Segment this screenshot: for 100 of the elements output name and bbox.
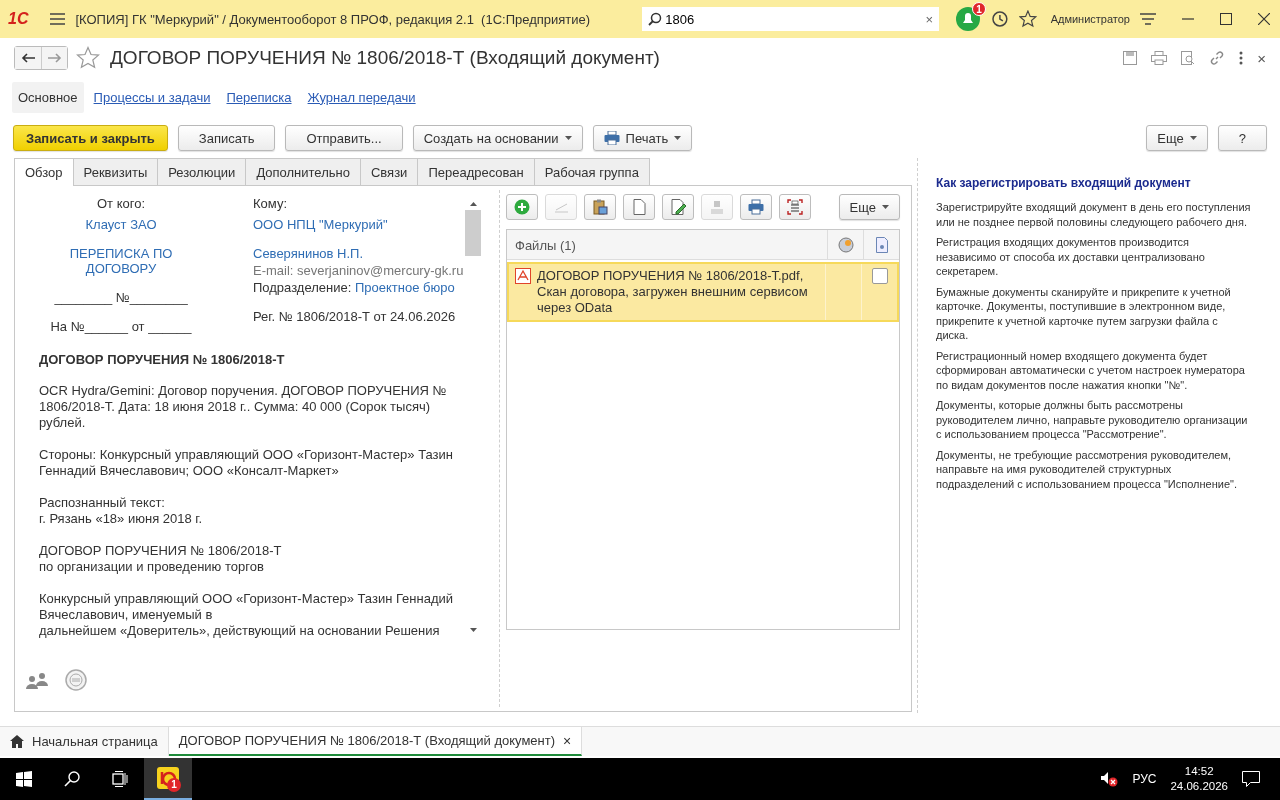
help-paragraph: Документы, которые должны быть рассмотрены руководителем лично, направьте руководителю организации с использованием процесса "Рассмотрение".	[936, 398, 1249, 442]
speaker-muted-icon[interactable]	[1100, 771, 1119, 787]
task-view-icon[interactable]	[112, 771, 128, 787]
menu-icon[interactable]	[49, 13, 66, 25]
home-icon	[10, 735, 24, 748]
document-paragraph: Конкурсный управляющий ООО «Горизонт-Мастер» Тазин Геннадий Вячеславович, именуемый в дальнейшем «Доверитель», действующий на основании Решения	[39, 591, 455, 639]
sender-name[interactable]: Клауст ЗАО	[85, 217, 157, 232]
toolbar-button[interactable]	[662, 194, 694, 220]
search-field[interactable]: 1806 ×	[642, 7, 940, 31]
window-tab-label: Начальная страница	[32, 734, 158, 749]
document-paragraph: ДОГОВОР ПОРУЧЕНИЯ № 1806/2018-Т по организации и проведению торгов	[39, 543, 283, 575]
department-label: Подразделение:	[253, 280, 352, 295]
document-icon	[875, 236, 888, 253]
tab[interactable]: Реквизиты	[72, 158, 159, 185]
round-stamp-icon[interactable]	[65, 669, 87, 691]
blank-page-icon	[631, 199, 647, 215]
section-link[interactable]: Переписка	[220, 81, 298, 113]
tab[interactable]: Связи	[359, 158, 419, 185]
recipient-name[interactable]: Северянинов Н.П.	[253, 246, 464, 261]
help-button[interactable]: ?	[1217, 125, 1267, 151]
toolbar-button[interactable]	[584, 194, 616, 220]
command-button[interactable]: Отправить...	[285, 125, 403, 151]
taskbar-app[interactable]: 1	[144, 758, 192, 800]
preview-icon[interactable]	[1181, 51, 1196, 65]
document-paragraph: OCR Hydra/Gemini: Договор поручения. ДОГОВОР ПОРУЧЕНИЯ № 1806/2018-Т. Дата: 18 июня 2018 г.. Сумма: 40 000 (Сорок тысяч) рублей.	[39, 383, 448, 431]
notifications-button[interactable]: 1	[955, 6, 982, 32]
clipboard-icon	[592, 199, 608, 215]
department-link[interactable]: Проектное бюро	[355, 280, 455, 295]
number-line: ________ №________	[54, 290, 188, 305]
tab[interactable]: Рабочая группа	[533, 158, 650, 185]
close-button[interactable]: ×	[563, 732, 572, 749]
print-button[interactable]: Печать	[592, 125, 693, 151]
caret-icon	[564, 136, 572, 140]
menu-button[interactable]: Еще	[1146, 125, 1208, 151]
file-row[interactable]: ДОГОВОР ПОРУЧЕНИЯ № 1806/2018-Т.pdf, Скан договора, загружен внешним сервисом через OData	[507, 262, 899, 322]
stamp-icon	[709, 199, 725, 215]
star-icon[interactable]	[1018, 10, 1037, 28]
toolbar-button[interactable]	[623, 194, 655, 220]
caret-icon	[882, 205, 889, 209]
email-text: E-mail: severjaninov@mercury-gk.ru	[253, 263, 464, 278]
clear-button[interactable]: ×	[925, 11, 934, 27]
toolbar-button[interactable]	[779, 194, 811, 220]
subject-text[interactable]: ПЕРЕПИСКА ПО ДОГОВОРУ	[56, 246, 186, 276]
back-arrow-icon	[21, 53, 35, 63]
star-icon[interactable]	[76, 46, 100, 70]
document-paragraph: Стороны: Конкурсный управляющий ООО «Горизонт-Мастер» Тазин Геннадий Вячеславович; ООО «Консалт-Маркет»	[39, 447, 454, 479]
save-icon[interactable]	[1123, 51, 1138, 65]
registration-text: Рег. № 1806/2018-Т от 24.06.2026	[253, 309, 457, 324]
toolbar-button[interactable]	[740, 194, 772, 220]
menu-button[interactable]: Еще	[838, 194, 900, 220]
language-indicator[interactable]: РУС	[1132, 772, 1157, 786]
print-icon[interactable]	[1151, 51, 1168, 65]
command-button[interactable]: Записать	[177, 125, 276, 151]
clock-date[interactable]: 24.06.2026	[1170, 779, 1228, 794]
recipient-org[interactable]: ООО НПЦ "Меркурий"	[253, 217, 464, 232]
save-close-button[interactable]: Записать и закрыть	[13, 125, 168, 151]
back-button[interactable]	[15, 47, 41, 69]
clock-time[interactable]: 14:52	[1184, 764, 1214, 779]
scan-frame-icon	[787, 199, 803, 215]
help-paragraph: Регистрация входящих документов производится независимо от способа их доставки централизовано секретарем.	[936, 235, 1206, 279]
tab[interactable]: Дополнительно	[245, 158, 361, 185]
windows-logo-icon[interactable]	[16, 771, 32, 787]
section-tab[interactable]: Основное	[12, 81, 84, 113]
printer-icon	[603, 131, 620, 145]
scroll-up-icon[interactable]	[469, 202, 477, 206]
people-icon[interactable]	[25, 671, 49, 689]
section-link[interactable]: Журнал передачи	[301, 81, 422, 113]
checkbox[interactable]	[871, 268, 888, 284]
menu-button[interactable]: Создать на основании	[412, 125, 583, 151]
window-tab[interactable]: ДОГОВОР ПОРУЧЕНИЯ № 1806/2018-Т (Входящий документ) ×	[168, 727, 583, 756]
app-logo: 1С	[8, 10, 30, 28]
history-icon[interactable]	[991, 10, 1009, 28]
pdf-icon	[515, 268, 531, 284]
help-paragraph: Регистрационный номер входящего документа будет сформирован автоматически с учетом настроек нумератора по видам документов после нажатия кнопки "№".	[936, 348, 1246, 392]
printer-icon	[748, 199, 764, 215]
form-title: ДОГОВОР ПОРУЧЕНИЯ № 1806/2018-Т (Входящий документ)	[110, 47, 660, 69]
section-link[interactable]: Процессы и задачи	[87, 81, 217, 113]
user-name[interactable]: Администратор	[1050, 13, 1130, 25]
scroll-down-icon[interactable]	[469, 628, 477, 632]
document-paragraph: Распознанный текст: г. Рязань «18» июня 2018 г.	[39, 495, 204, 527]
close-button[interactable]: ×	[1257, 49, 1266, 67]
link-icon[interactable]	[1209, 50, 1226, 66]
search-icon	[648, 12, 663, 26]
search-icon[interactable]	[64, 771, 80, 787]
close-icon[interactable]	[1258, 13, 1270, 25]
window-tab[interactable]: Начальная страница	[0, 727, 169, 756]
scrollbar-thumb[interactable]	[465, 210, 481, 256]
notification-badge: 1	[972, 2, 987, 16]
tab[interactable]: Резолюции	[157, 158, 247, 185]
more-icon[interactable]	[1239, 51, 1244, 65]
tab[interactable]: Переадресован	[417, 158, 535, 185]
settings-icon[interactable]	[1140, 13, 1156, 25]
tab[interactable]: Обзор	[14, 158, 74, 186]
forward-arrow-icon	[47, 53, 62, 63]
caret-icon	[1189, 136, 1197, 140]
notification-center-icon[interactable]	[1242, 771, 1260, 787]
to-label: Кому:	[253, 196, 288, 211]
maximize-icon[interactable]	[1220, 13, 1232, 25]
toolbar-button[interactable]	[506, 194, 538, 220]
reference-line: На №______ от ______	[50, 319, 192, 334]
